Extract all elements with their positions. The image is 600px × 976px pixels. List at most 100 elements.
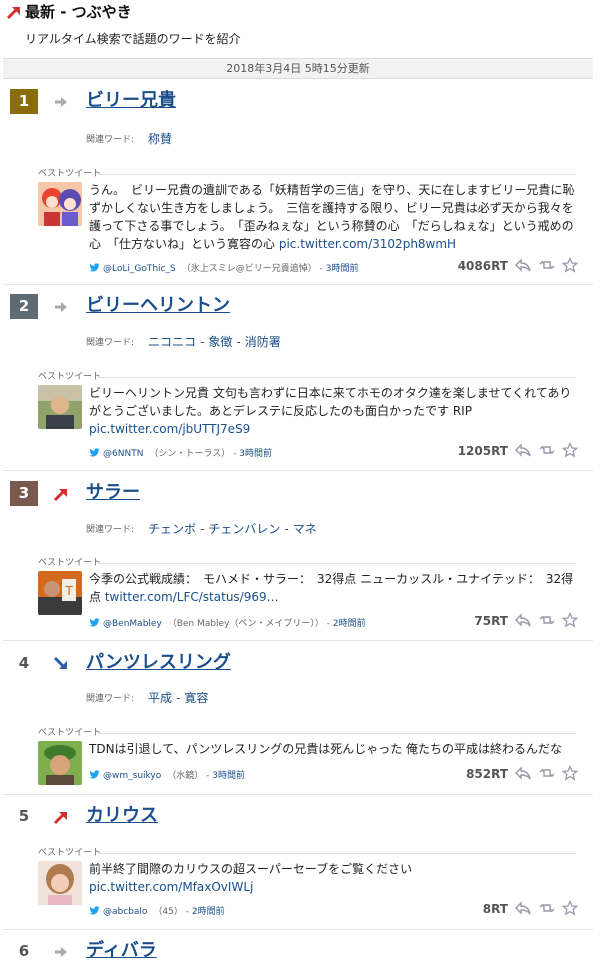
rank-badge: 2 xyxy=(10,294,38,319)
tweet-body: TDNは引退して、パンツレスリングの兄貴は死んじゃった 俺たちの平成は終わるんだ… xyxy=(89,742,563,756)
best-tweet-label: ベストツイート xyxy=(38,848,102,858)
favorite-star-icon[interactable] xyxy=(561,611,579,628)
tweet-time-link[interactable]: 2時間前 xyxy=(333,619,366,629)
reply-icon[interactable] xyxy=(515,765,531,781)
retweet-count: 1205RT xyxy=(457,444,508,458)
page-title: 最新 - つぶやき xyxy=(25,3,132,21)
twitter-bird-icon xyxy=(89,618,100,627)
trending-word-link[interactable]: パンツレスリング xyxy=(86,651,231,675)
twitter-bird-icon xyxy=(89,448,100,457)
tweet-username-link[interactable]: @6NNTN xyxy=(103,449,143,459)
related-words: 関連ワード: ニコニコ - 象徴 - 消防署 xyxy=(86,335,281,349)
tweet-link[interactable]: pic.twitter.com/jbUTTJ7eS9 xyxy=(89,422,250,436)
page-subtitle: リアルタイム検索で話題のワードを紹介 xyxy=(25,32,241,46)
reply-icon[interactable] xyxy=(515,257,531,273)
trend-up-arrow-icon xyxy=(53,812,67,825)
tweet-text: 今季の公式戦成績： モハメド・サラー： 32得点 ニューカッスル・ユナイテッド：… xyxy=(89,570,575,606)
tweet-meta: @BenMabley （Ben Mabley（ベン・メイブリー）） - 2時間前 xyxy=(89,617,366,631)
best-tweet-label: ベストツイート xyxy=(38,728,102,738)
divider xyxy=(98,563,576,564)
twitter-bird-icon xyxy=(89,263,100,272)
divider xyxy=(98,853,576,854)
favorite-star-icon[interactable] xyxy=(561,899,579,916)
tweet-actions xyxy=(515,899,579,916)
related-word-link[interactable]: チェンボ xyxy=(148,522,196,536)
reply-icon[interactable] xyxy=(515,612,531,628)
trend-same-arrow-icon xyxy=(55,97,67,107)
retweet-icon[interactable] xyxy=(539,765,555,781)
related-words-label: 関連ワード: xyxy=(86,694,135,704)
tweet-username-link[interactable]: @abcbalo xyxy=(103,907,147,917)
tweet-username-link[interactable]: @wm_suikyo xyxy=(103,771,161,781)
best-tweet-label: ベストツイート xyxy=(38,169,102,179)
trend-up-arrow-icon xyxy=(6,7,20,20)
retweet-count: 4086RT xyxy=(457,259,508,273)
related-word-link[interactable]: 消防署 xyxy=(245,335,281,349)
trending-word-link[interactable]: ビリーヘリントン xyxy=(86,294,230,318)
tweet-username-link[interactable]: @BenMabley xyxy=(103,619,162,629)
related-word-link[interactable]: 称賛 xyxy=(148,132,172,146)
tweet-display-name: （Ben Mabley（ベン・メイブリー）） xyxy=(167,619,324,629)
tweet-link[interactable]: pic.twitter.com/MfaxOvIWLj xyxy=(89,880,253,894)
tweet-actions xyxy=(515,256,579,273)
retweet-icon[interactable] xyxy=(539,257,555,273)
tweet-body: ビリーヘリントン兄貴 文句も言わずに日本に来てホモのオタク達を楽しませてくれてあ… xyxy=(89,386,572,418)
avatar[interactable] xyxy=(38,741,82,785)
related-word-link[interactable]: 寛容 xyxy=(184,691,208,705)
related-word-link[interactable]: 象徴 xyxy=(208,335,232,349)
tweet-link[interactable]: twitter.com/LFC/status/969… xyxy=(105,590,279,604)
divider xyxy=(3,929,593,930)
retweet-icon[interactable] xyxy=(539,900,555,916)
related-word-link[interactable]: マネ xyxy=(293,522,317,536)
trend-down-arrow-icon xyxy=(53,656,67,669)
trending-word-link[interactable]: ディバラ xyxy=(86,939,157,963)
trend-same-arrow-icon xyxy=(55,947,67,957)
tweet-time-link[interactable]: 3時間前 xyxy=(326,264,359,274)
retweet-icon[interactable] xyxy=(539,612,555,628)
avatar[interactable]: T xyxy=(38,571,82,615)
reply-icon[interactable] xyxy=(515,900,531,916)
tweet-time-link[interactable]: 3時間前 xyxy=(212,771,245,781)
tweet-time-link[interactable]: 2時間前 xyxy=(192,907,225,917)
favorite-star-icon[interactable] xyxy=(561,764,579,781)
tweet-time-link[interactable]: 3時間前 xyxy=(239,449,272,459)
reply-icon[interactable] xyxy=(515,442,531,458)
update-timestamp: 2018年3月4日 5時15分更新 xyxy=(3,58,593,79)
related-words-label: 関連ワード: xyxy=(86,135,135,145)
rank-badge: 3 xyxy=(10,481,38,506)
divider xyxy=(3,470,593,471)
trending-word-link[interactable]: ビリー兄貴 xyxy=(86,89,176,113)
rank-badge: 1 xyxy=(10,89,38,114)
tweet-meta: @wm_suikyo （水鏡） - 3時間前 xyxy=(89,769,245,783)
divider xyxy=(3,640,593,641)
divider xyxy=(3,284,593,285)
divider xyxy=(98,174,576,175)
tweet-display-name: （水鏡） xyxy=(167,771,204,781)
tweet-actions xyxy=(515,611,579,628)
retweet-count: 852RT xyxy=(466,767,508,781)
trend-up-arrow-icon xyxy=(53,489,67,502)
related-word-link[interactable]: ニコニコ xyxy=(148,335,196,349)
tweet-link[interactable]: pic.twitter.com/3102ph8wmH xyxy=(279,237,456,251)
related-words: 関連ワード: チェンボ - チェンバレン - マネ xyxy=(86,522,317,536)
avatar[interactable] xyxy=(38,861,82,905)
tweet-actions xyxy=(515,764,579,781)
avatar[interactable] xyxy=(38,385,82,429)
favorite-star-icon[interactable] xyxy=(561,256,579,273)
tweet-display-name: （45） xyxy=(153,907,183,917)
tweet-username-link[interactable]: @LoLi_GoThic_S xyxy=(103,264,176,274)
favorite-star-icon[interactable] xyxy=(561,441,579,458)
trending-word-link[interactable]: サラー xyxy=(86,481,140,505)
trending-word-link[interactable]: カリウス xyxy=(86,804,158,828)
retweet-count: 75RT xyxy=(474,614,508,628)
avatar[interactable] xyxy=(38,182,82,226)
retweet-icon[interactable] xyxy=(539,442,555,458)
related-word-link[interactable]: チェンバレン xyxy=(208,522,280,536)
related-word-link[interactable]: 平成 xyxy=(148,691,172,705)
related-words: 関連ワード: 平成 - 寛容 xyxy=(86,691,209,705)
tweet-text: うん。 ビリー兄貴の遺訓である「妖精哲学の三信」を守り、天に在しますビリー兄貴に… xyxy=(89,181,575,253)
tweet-display-name: （氷上スミレ@ビリー兄貴追悼） xyxy=(181,264,317,274)
tweet-text: TDNは引退して、パンツレスリングの兄貴は死んじゃった 俺たちの平成は終わるんだ… xyxy=(89,740,575,758)
rank-number: 6 xyxy=(18,942,30,960)
tweet-text: 前半終了間際のカリウスの超スーパーセーブをご覧ください pic.twitter.… xyxy=(89,860,575,896)
